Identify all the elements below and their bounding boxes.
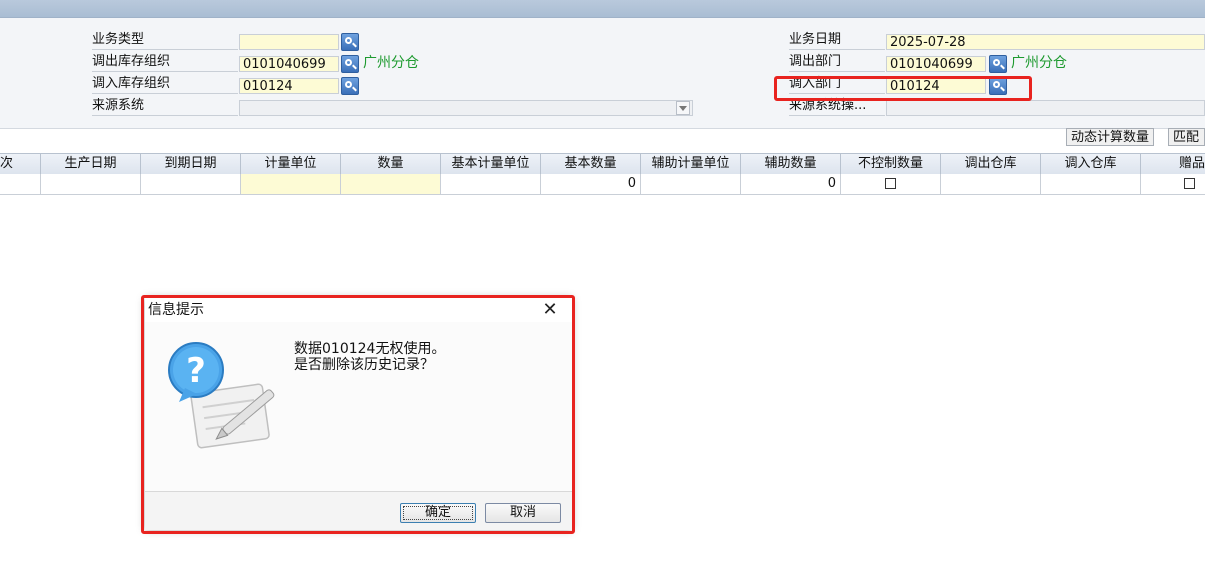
col-header-seq[interactable]: 次: [0, 154, 41, 174]
out-org-name: 广州分仓: [363, 55, 419, 71]
business-date-field[interactable]: 2025-07-28: [886, 34, 1205, 50]
col-header-gift[interactable]: 赠品: [1141, 154, 1205, 174]
cell-basic-unit[interactable]: [441, 174, 541, 194]
dynamic-calc-qty-button[interactable]: 动态计算数量: [1066, 128, 1155, 146]
table-row[interactable]: 0 0: [0, 174, 1205, 195]
cell-aux-unit[interactable]: [641, 174, 741, 194]
out-dept-field[interactable]: 0101040699: [886, 56, 986, 72]
cell-exp-date[interactable]: [141, 174, 241, 194]
source-system-op-field[interactable]: [886, 100, 1205, 116]
col-header-basic-qty[interactable]: 基本数量: [541, 154, 641, 174]
cell-gift: [1141, 174, 1205, 194]
cell-unit[interactable]: [241, 174, 341, 194]
business-type-field[interactable]: [239, 34, 339, 50]
cell-basic-qty[interactable]: 0: [541, 174, 641, 194]
match-button[interactable]: 匹配: [1168, 128, 1205, 146]
col-header-basic-unit[interactable]: 基本计量单位: [441, 154, 541, 174]
out-dept-lookup-icon[interactable]: [989, 55, 1007, 73]
in-org-lookup-icon[interactable]: [341, 77, 359, 95]
out-dept-label: 调出部门: [789, 53, 885, 72]
col-header-no-control-qty[interactable]: 不控制数量: [841, 154, 941, 174]
out-org-field[interactable]: 0101040699: [239, 56, 339, 72]
grid-header: 次 生产日期 到期日期 计量单位 数量 基本计量单位 基本数量 辅助计量单位 辅…: [0, 153, 1205, 175]
gift-checkbox[interactable]: [1184, 178, 1195, 189]
business-date-label: 业务日期: [789, 31, 885, 50]
col-header-prod-date[interactable]: 生产日期: [41, 154, 141, 174]
col-header-aux-unit[interactable]: 辅助计量单位: [641, 154, 741, 174]
in-org-label: 调入库存组织: [92, 75, 238, 94]
business-type-label: 业务类型: [92, 31, 238, 50]
col-header-out-warehouse[interactable]: 调出仓库: [941, 154, 1041, 174]
cell-qty[interactable]: [341, 174, 441, 194]
in-org-field[interactable]: 010124: [239, 78, 339, 94]
col-header-unit[interactable]: 计量单位: [241, 154, 341, 174]
cell-aux-qty[interactable]: 0: [741, 174, 841, 194]
chevron-down-icon[interactable]: [676, 101, 690, 115]
dialog-highlight-box: [141, 295, 575, 534]
col-header-exp-date[interactable]: 到期日期: [141, 154, 241, 174]
cell-out-warehouse[interactable]: [941, 174, 1041, 194]
cell-prod-date[interactable]: [41, 174, 141, 194]
col-header-aux-qty[interactable]: 辅助数量: [741, 154, 841, 174]
source-system-label: 来源系统: [92, 97, 238, 116]
source-system-select[interactable]: [239, 100, 693, 116]
cell-seq[interactable]: [0, 174, 41, 194]
out-org-lookup-icon[interactable]: [341, 55, 359, 73]
col-header-qty[interactable]: 数量: [341, 154, 441, 174]
in-dept-highlight-box: [774, 76, 1032, 101]
out-dept-name: 广州分仓: [1011, 55, 1067, 71]
cell-in-warehouse[interactable]: [1041, 174, 1141, 194]
window-header-bar: [0, 0, 1205, 18]
no-control-qty-checkbox[interactable]: [885, 178, 896, 189]
business-type-lookup-icon[interactable]: [341, 33, 359, 51]
out-org-label: 调出库存组织: [92, 53, 238, 72]
col-header-in-warehouse[interactable]: 调入仓库: [1041, 154, 1141, 174]
cell-no-control-qty: [841, 174, 941, 194]
